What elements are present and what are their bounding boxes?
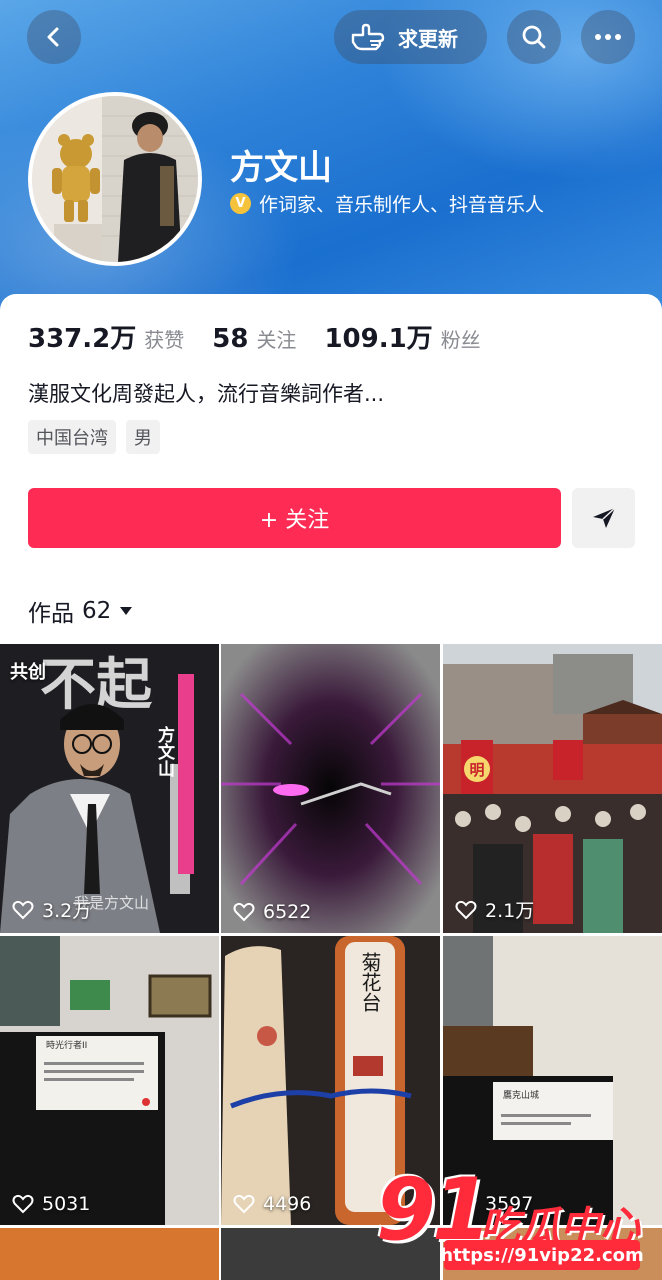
heart-icon: [12, 1194, 34, 1214]
profile-tags: 中国台湾 男: [28, 420, 160, 454]
works-tab[interactable]: 作品 62: [28, 594, 133, 628]
more-icon: [595, 34, 621, 40]
video-thumbnail[interactable]: 不起 共创 方文山 我是方文山 3.2万: [0, 644, 219, 933]
video-likes-count: 6522: [263, 901, 312, 923]
video-likes-count: 4496: [263, 1193, 312, 1215]
tag-location: 中国台湾: [28, 420, 116, 454]
works-count: 62: [82, 598, 112, 624]
dropdown-triangle-icon: [120, 607, 133, 615]
search-icon: [522, 25, 546, 49]
share-button[interactable]: [572, 488, 635, 548]
co-create-badge: 共创: [10, 662, 46, 683]
likes-count: 337.2万: [28, 324, 137, 354]
following-count[interactable]: 58: [212, 324, 248, 354]
works-tab-label: 作品: [28, 601, 74, 627]
verified-description: 作词家、音乐制作人、抖音音乐人: [259, 194, 545, 216]
video-likes: 4496: [233, 1193, 311, 1215]
follow-label: + 关注: [259, 508, 330, 533]
follow-button[interactable]: + 关注: [28, 488, 561, 548]
video-likes: 5031: [12, 1193, 90, 1215]
heart-icon: [12, 900, 34, 919]
verified-row: V 作词家、音乐制作人、抖音音乐人: [230, 190, 544, 217]
tag-gender: 男: [126, 420, 160, 454]
video-likes: 2.1万: [455, 896, 534, 923]
video-likes-count: 3.2万: [42, 900, 92, 922]
back-icon: [47, 27, 59, 47]
following-label[interactable]: 关注: [256, 324, 296, 353]
scroll-calligraphy: 菊花台: [358, 952, 382, 1012]
bio-text[interactable]: 漢服文化周發起人，流行音樂詞作者...: [28, 378, 384, 408]
profile-name: 方文山: [230, 148, 332, 188]
exhibit-card-title: 鷹克山城: [503, 1091, 540, 1101]
stats-row: 337.2万 获赞 58 关注 109.1万 粉丝: [28, 318, 509, 355]
watermark-url: https://91vip22.com: [440, 1240, 644, 1270]
video-thumbnail-image: [0, 936, 219, 1225]
hand-point-icon: [351, 23, 385, 51]
heart-icon: [233, 1194, 255, 1214]
request-update-button[interactable]: 求更新: [334, 10, 487, 64]
followers-label[interactable]: 粉丝: [441, 324, 481, 353]
avatar[interactable]: [28, 92, 202, 266]
red-banner-text: 明: [464, 756, 490, 782]
video-likes: 3.2万: [12, 896, 91, 923]
video-likes-count: 5031: [42, 1193, 91, 1215]
verified-icon: V: [230, 193, 251, 214]
video-thumbnail-image: 不起: [0, 644, 219, 933]
video-thumbnail[interactable]: [0, 1228, 219, 1280]
heart-icon: [455, 900, 477, 919]
more-button[interactable]: [581, 10, 635, 64]
avatar-photo: [32, 96, 198, 262]
video-likes-count: 2.1万: [485, 900, 535, 922]
video-likes: 6522: [233, 901, 311, 923]
search-button[interactable]: [507, 10, 561, 64]
video-thumbnail[interactable]: 明 2.1万: [443, 644, 662, 933]
video-thumbnail[interactable]: 6522: [221, 644, 440, 933]
video-thumbnail-image: [443, 644, 662, 933]
video-thumbnail[interactable]: 時光行者II 5031: [0, 936, 219, 1225]
back-button[interactable]: [27, 10, 81, 64]
site-watermark: 91 吃瓜中心 https://91vip22.com: [372, 1160, 662, 1280]
request-update-label: 求更新: [398, 26, 458, 51]
likes-label: 获赞: [144, 328, 185, 352]
video-overlay-name: 方文山: [154, 726, 174, 777]
exhibit-card-title: 時光行者II: [46, 1041, 88, 1051]
followers-count[interactable]: 109.1万: [324, 318, 432, 355]
heart-icon: [233, 902, 255, 922]
send-icon: [592, 507, 616, 528]
video-thumbnail-image: [221, 644, 440, 933]
